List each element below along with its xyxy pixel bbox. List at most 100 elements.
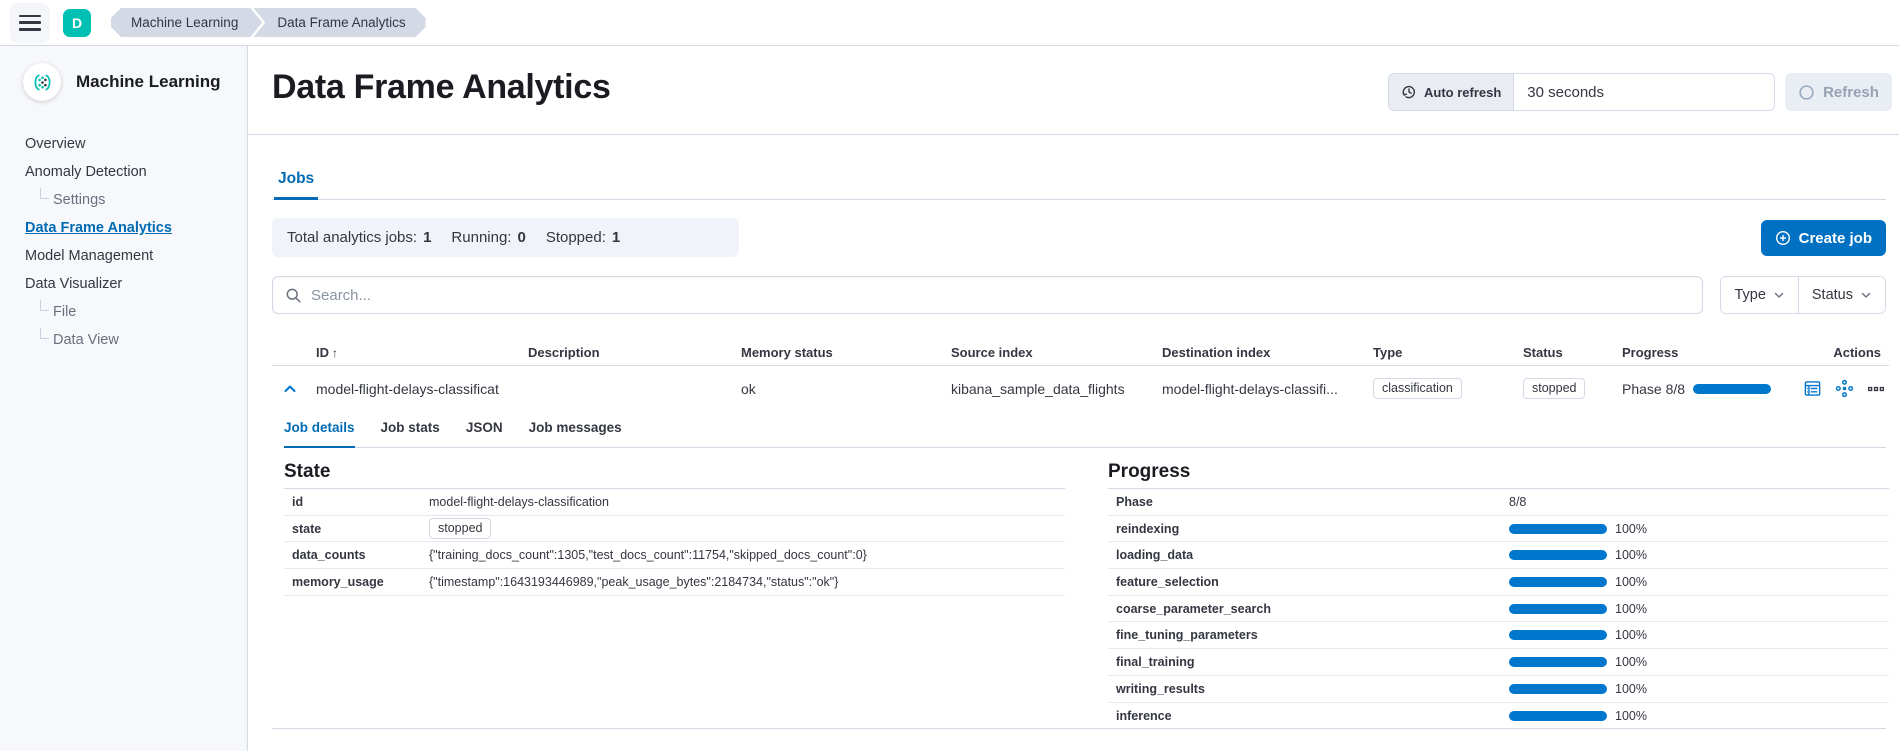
state-row-state: state stopped (284, 516, 1065, 543)
filter-group: Type Status (1720, 276, 1886, 314)
progress-section: Progress Phase 8/8 reindexing 100% loadi… (1108, 460, 1889, 729)
tab-jobs[interactable]: Jobs (274, 170, 318, 200)
running-jobs-label: Running: (451, 229, 511, 246)
sidebar-item-data-visualizer[interactable]: Data Visualizer (25, 270, 122, 298)
refresh-button[interactable]: Refresh (1785, 73, 1892, 111)
tab-job-stats[interactable]: Job stats (381, 420, 440, 447)
progress-row-coarse-parameter-search: coarse_parameter_search 100% (1108, 596, 1889, 623)
create-job-button[interactable]: Create job (1761, 220, 1886, 256)
column-header-destination-index[interactable]: Destination index (1154, 345, 1365, 360)
sidebar: Machine Learning Overview Anomaly Detect… (0, 46, 248, 751)
progress-bar (1509, 684, 1607, 694)
sidebar-nav: Overview Anomaly Detection Settings Data… (0, 130, 247, 354)
main-content: Data Frame Analytics Auto refresh Refres… (248, 46, 1899, 751)
map-view-button[interactable] (1835, 379, 1854, 398)
chevron-up-icon (282, 381, 298, 397)
cell-source-index: kibana_sample_data_flights (943, 381, 1154, 397)
sidebar-item-data-frame-analytics[interactable]: Data Frame Analytics (25, 214, 172, 242)
running-jobs-value: 0 (517, 229, 525, 246)
type-filter-button[interactable]: Type (1721, 277, 1797, 313)
sidebar-header: Machine Learning (0, 46, 247, 101)
sidebar-title: Machine Learning (76, 72, 221, 92)
cell-destination-index: model-flight-delays-classifi... (1154, 381, 1365, 397)
cell-actions (1794, 379, 1889, 398)
state-row-memory-usage: memory_usage {"timestamp":1643193446989,… (284, 569, 1065, 596)
chevron-down-icon (1773, 289, 1785, 301)
stopped-jobs-label: Stopped: (546, 229, 606, 246)
column-header-progress[interactable]: Progress (1614, 345, 1794, 360)
column-header-description[interactable]: Description (520, 345, 733, 360)
progress-phase-label: Phase 8/8 (1622, 381, 1685, 397)
table-row: model-flight-delays-classificat ok kiban… (272, 366, 1889, 411)
state-row-id: id model-flight-delays-classification (284, 489, 1065, 516)
auto-refresh-label: Auto refresh (1389, 74, 1514, 110)
progress-bar (1509, 630, 1607, 640)
more-actions-button[interactable] (1867, 380, 1885, 398)
breadcrumb-machine-learning[interactable]: Machine Learning (111, 8, 262, 37)
auto-refresh-interval-input[interactable] (1514, 74, 1774, 110)
column-header-status[interactable]: Status (1515, 345, 1614, 360)
table-header-row: ID↑ Description Memory status Source ind… (272, 339, 1889, 366)
hamburger-icon (19, 15, 41, 31)
sidebar-item-file[interactable]: File (40, 298, 76, 326)
progress-row-feature-selection: feature_selection 100% (1108, 569, 1889, 596)
cell-id: model-flight-delays-classificat (308, 381, 520, 397)
sidebar-item-data-view[interactable]: Data View (40, 326, 119, 354)
breadcrumb-data-frame-analytics[interactable]: Data Frame Analytics (253, 8, 425, 37)
progress-bar (1509, 711, 1607, 721)
cell-status: stopped (1515, 378, 1614, 399)
sidebar-item-overview[interactable]: Overview (25, 130, 85, 158)
sort-ascending-icon: ↑ (332, 346, 338, 360)
column-header-source-index[interactable]: Source index (943, 345, 1154, 360)
page-title: Data Frame Analytics (272, 68, 611, 107)
page-tabs: Jobs (272, 170, 1886, 200)
progress-bar (1509, 657, 1607, 667)
cell-progress: Phase 8/8 (1614, 381, 1794, 397)
tab-json[interactable]: JSON (466, 420, 503, 447)
progress-row-loading-data: loading_data 100% (1108, 542, 1889, 569)
progress-row-fine-tuning-parameters: fine_tuning_parameters 100% (1108, 622, 1889, 649)
progress-bar (1509, 604, 1607, 614)
header-divider (248, 134, 1899, 135)
scatterplot-icon (1835, 379, 1854, 398)
column-header-actions: Actions (1794, 345, 1889, 360)
tab-job-details[interactable]: Job details (284, 420, 355, 448)
status-badge: stopped (1523, 378, 1585, 399)
progress-row-phase: Phase 8/8 (1108, 489, 1889, 516)
column-header-id[interactable]: ID↑ (308, 345, 520, 360)
details-bottom-divider (272, 728, 1886, 729)
table-view-icon (1803, 379, 1822, 398)
progress-row-reindexing: reindexing 100% (1108, 516, 1889, 543)
column-header-memory-status[interactable]: Memory status (733, 345, 943, 360)
sidebar-item-settings[interactable]: Settings (40, 186, 105, 214)
avatar[interactable]: D (63, 9, 91, 37)
search-input[interactable] (311, 287, 1690, 304)
progress-row-inference: inference 100% (1108, 703, 1889, 730)
cell-type: classification (1365, 378, 1515, 399)
tab-job-messages[interactable]: Job messages (529, 420, 622, 447)
state-section: State id model-flight-delays-classificat… (284, 460, 1065, 729)
total-jobs-value: 1 (423, 229, 431, 246)
auto-refresh-control: Auto refresh (1388, 73, 1775, 111)
state-heading: State (284, 460, 1065, 489)
state-row-data-counts: data_counts {"training_docs_count":1305,… (284, 542, 1065, 569)
progress-bar (1693, 384, 1771, 394)
plus-in-circle-icon (1775, 230, 1791, 246)
sidebar-item-model-management[interactable]: Model Management (25, 242, 153, 270)
sidebar-item-anomaly-detection[interactable]: Anomaly Detection (25, 158, 147, 186)
search-row: Type Status (272, 276, 1886, 314)
progress-bar (1509, 577, 1607, 587)
search-icon (285, 287, 302, 304)
jobs-table: ID↑ Description Memory status Source ind… (272, 339, 1889, 411)
menu-button[interactable] (10, 3, 50, 43)
column-header-type[interactable]: Type (1365, 345, 1515, 360)
ellipsis-icon (1867, 380, 1885, 398)
collapse-row-button[interactable] (272, 381, 308, 397)
kibana-ml-app: D Machine Learning Data Frame Analytics (0, 0, 1899, 751)
status-filter-button[interactable]: Status (1798, 277, 1885, 313)
view-results-button[interactable] (1803, 379, 1822, 398)
top-bar: D Machine Learning Data Frame Analytics (0, 0, 1899, 46)
progress-heading: Progress (1108, 460, 1889, 489)
jobs-stats-panel: Total analytics jobs: 1 Running: 0 Stopp… (272, 218, 739, 257)
cell-memory-status: ok (733, 381, 943, 397)
